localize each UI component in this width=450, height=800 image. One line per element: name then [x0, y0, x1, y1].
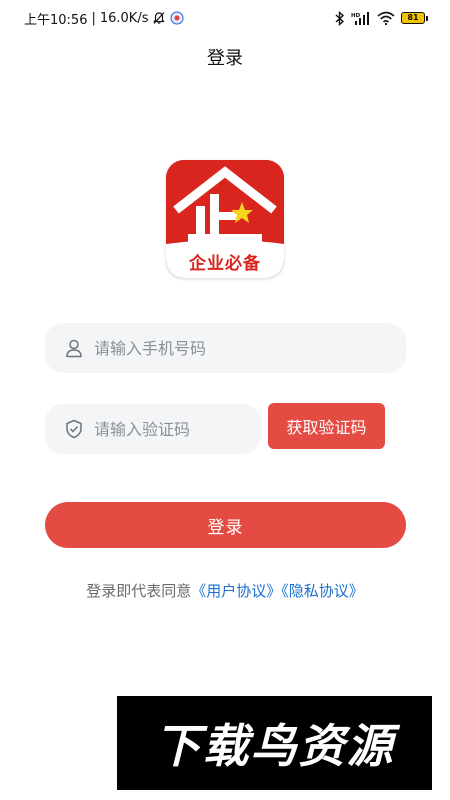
privacy-policy-link[interactable]: 《隐私协议》 [281, 582, 364, 600]
app-logo: 企业必备 [166, 160, 284, 278]
status-separator: | [91, 10, 96, 26]
get-code-button[interactable]: 获取验证码 [268, 403, 385, 449]
bell-off-icon [152, 11, 166, 25]
phone-field[interactable] [45, 323, 406, 373]
login-screen: 上午10:56 | 16.0K/s HD 81 登录 企业必备 请输入手机号码 … [0, 0, 450, 800]
hd-signal-icon: HD [351, 11, 371, 25]
status-time: 上午10:56 [24, 12, 88, 28]
verification-code-input[interactable] [94, 419, 261, 439]
watermark-banner: 下载鸟资源 [117, 696, 432, 790]
battery-icon: 81 [401, 12, 428, 24]
watermark-text: 下载鸟资源 [154, 719, 395, 773]
status-left: 上午10:56 | 16.0K/s [24, 9, 184, 28]
logo-caption: 企业必备 [189, 253, 261, 274]
shield-check-icon [64, 419, 84, 439]
network-speed: 16.0K/s [99, 10, 149, 26]
bluetooth-icon [335, 10, 345, 26]
login-button[interactable]: 登录 [45, 502, 406, 548]
phone-input[interactable] [94, 338, 406, 358]
verification-code-field[interactable] [45, 404, 261, 454]
user-agreement-link[interactable]: 《用户协议》 [191, 582, 281, 600]
agreement-prefix: 登录即代表同意 [86, 582, 192, 600]
user-icon [64, 338, 84, 358]
agreement-text: 登录即代表同意《用户协议》《隐私协议》 [0, 580, 450, 601]
status-right: HD 81 [335, 10, 428, 26]
battery-level: 81 [401, 12, 425, 24]
wifi-icon [377, 11, 395, 25]
page-title: 登录 [207, 48, 243, 69]
status-bar: 上午10:56 | 16.0K/s HD 81 [0, 0, 450, 36]
app-notification-icon [170, 11, 184, 25]
